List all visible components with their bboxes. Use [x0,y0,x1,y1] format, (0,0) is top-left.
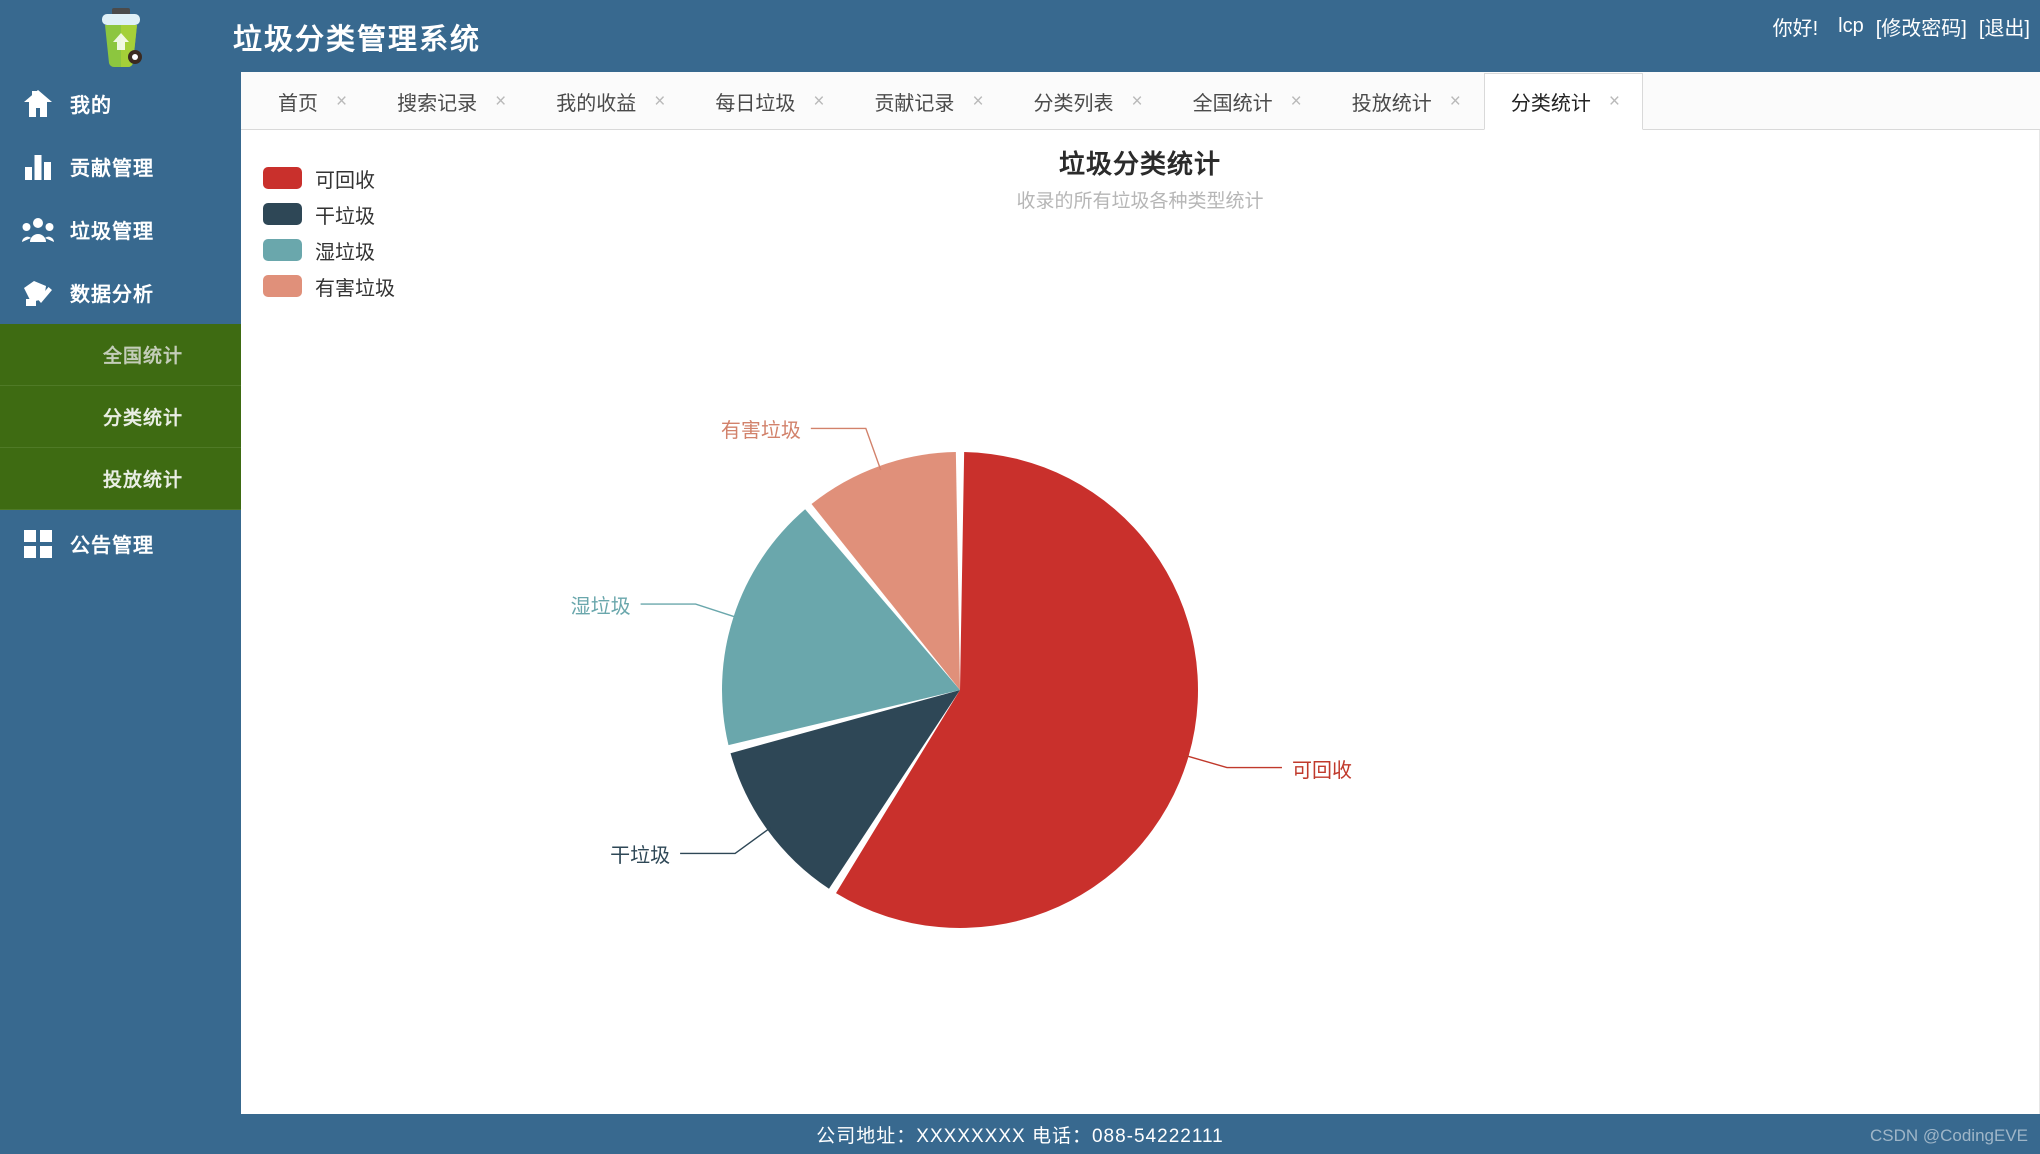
pie-slice-label: 湿垃圾 [570,596,631,619]
tab-label: 我的收益 [556,93,637,115]
tab-label: 投放统计 [1351,93,1432,115]
sidebar-item-label: 公告管理 [70,535,154,557]
sidebar: 我的 贡献管理 垃圾管理 数据分析 全国统计 分类统计 投放统计 公告管理 [0,0,241,1154]
header: 垃圾分类管理系统 你好! lcp [修改密码] [退出] [233,0,2040,72]
grid-icon [14,529,62,558]
sidebar-item-label: 数据分析 [70,284,154,306]
pie-slice-label: 可回收 [1291,759,1352,782]
tab-close-icon[interactable]: × [1291,91,1302,113]
footer-text: 公司地址：XXXXXXXX 电话：088-54222111 [816,1125,1224,1147]
bar-chart-icon [14,153,62,181]
sidebar-item-my[interactable]: 我的 [0,72,241,135]
users-icon [14,217,62,243]
pie-svg [640,427,1282,928]
tab-8[interactable]: 分类统计 × [1483,73,1643,130]
pie-chart: 可回收干垃圾 湿垃圾 有害垃圾 [241,130,2040,1120]
tab-3[interactable]: 每日垃圾 × [688,73,847,130]
tab-close-icon[interactable]: × [654,91,665,113]
tab-close-icon[interactable]: × [1450,91,1461,113]
pie-leader-line [680,826,772,855]
logo[interactable] [0,0,241,72]
tab-0[interactable]: 首页 × [251,73,370,130]
page-title: 垃圾分类管理系统 [233,24,482,56]
tab-close-icon[interactable]: × [336,91,347,113]
tab-2[interactable]: 我的收益 × [529,73,688,130]
tab-close-icon[interactable]: × [813,91,824,113]
tab-label: 全国统计 [1192,93,1273,115]
recycle-bin-icon [101,8,142,68]
tab-close-icon[interactable]: × [495,91,506,113]
tab-close-icon[interactable]: × [1132,91,1143,113]
sidebar-item-announcement-management[interactable]: 公告管理 [0,512,241,575]
sidebar-item-contribution-management[interactable]: 贡献管理 [0,135,241,198]
sidebar-item-label: 贡献管理 [70,158,154,180]
home-icon [14,89,62,118]
change-password-link[interactable]: [修改密码] [1876,12,1967,41]
footer: 公司地址：XXXXXXXX 电话：088-54222111 [0,1114,2040,1154]
pie-leader-line [640,603,738,619]
analysis-check-icon [14,279,62,307]
tab-label: 贡献记录 [874,93,955,115]
sidebar-subitem-label: 投放统计 [102,470,183,491]
user-area: 你好! lcp [修改密码] [退出] [1773,12,2030,41]
content-area: 可回收 干垃圾 湿垃圾 有害垃圾 垃圾分类统计 收录的所有垃圾各种类型统计 可回收 干垃… [241,130,2040,1120]
sidebar-subitem-label: 分类统计 [102,408,183,429]
sidebar-subitem-national-stats[interactable]: 全国统计 [0,324,241,386]
tab-4[interactable]: 贡献记录 × [847,73,1006,130]
tab-label: 分类统计 [1510,93,1591,115]
sidebar-item-data-analysis[interactable]: 数据分析 [0,261,241,324]
username-text: lcp [1838,15,1864,37]
greeting-text: 你好! [1772,18,1819,40]
tab-label: 分类列表 [1033,93,1114,115]
pie-leader-line [1184,754,1282,769]
sidebar-subitem-delivery-stats[interactable]: 投放统计 [0,448,241,510]
tab-5[interactable]: 分类列表 × [1007,73,1166,130]
tab-close-icon[interactable]: × [1609,91,1620,113]
tab-close-icon[interactable]: × [972,91,983,113]
sidebar-subitem-category-stats[interactable]: 分类统计 [0,386,241,448]
tab-label: 搜索记录 [397,93,478,115]
pie-slice-label: 干垃圾 [610,845,671,868]
watermark: CSDN @CodingEVE [1869,1126,2028,1145]
pie-leader-line [810,427,882,471]
sidebar-subitem-label: 全国统计 [102,346,183,367]
tab-bar: 首页 × 搜索记录 × 我的收益 × 每日垃圾 × 贡献记录 × 分类列表 × 全国统计 × 投放统计 × 分类… [241,72,2040,130]
sidebar-item-garbage-management[interactable]: 垃圾管理 [0,198,241,261]
tab-6[interactable]: 全国统计 × [1166,73,1325,130]
tab-7[interactable]: 投放统计 × [1325,73,1484,130]
sidebar-item-label: 我的 [70,95,112,117]
sidebar-item-label: 垃圾管理 [70,221,154,243]
tab-label: 每日垃圾 [715,93,796,115]
tab-label: 首页 [278,93,318,115]
page-root: 我的 贡献管理 垃圾管理 数据分析 全国统计 分类统计 投放统计 公告管理 垃圾… [0,0,2040,1154]
pie-slice-label: 有害垃圾 [720,420,801,443]
tab-1[interactable]: 搜索记录 × [370,73,529,130]
logout-link[interactable]: [退出] [1979,12,2030,41]
